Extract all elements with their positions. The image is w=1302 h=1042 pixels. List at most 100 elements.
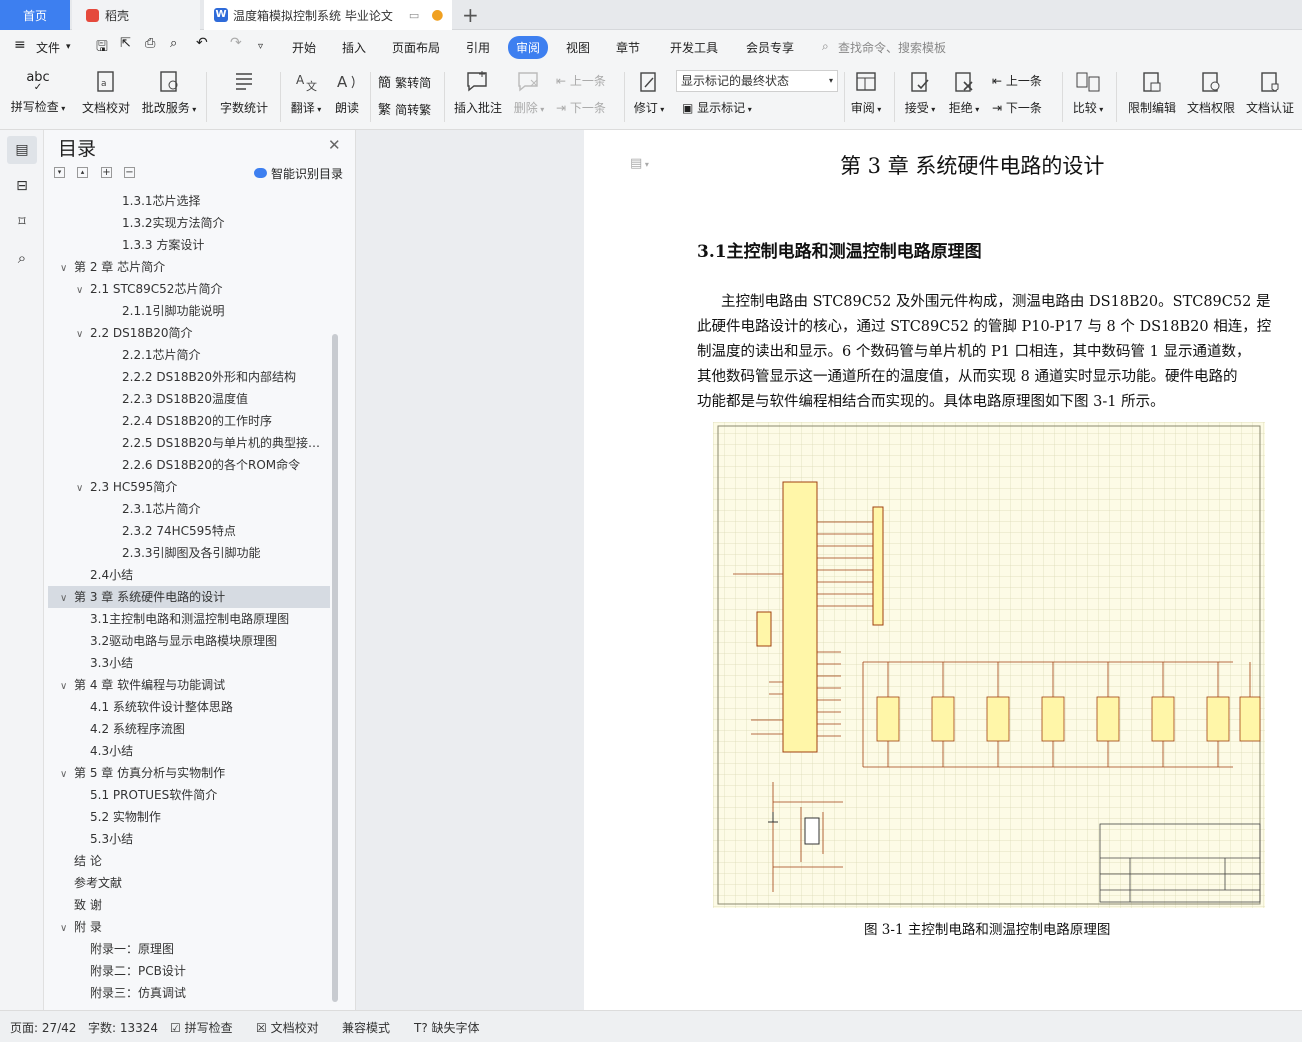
toc-item[interactable]: 1.3.1芯片选择 bbox=[48, 190, 330, 212]
accept-button[interactable]: 接受 ▾ bbox=[902, 70, 938, 116]
doc-permission-button[interactable]: 文档权限 bbox=[1184, 70, 1238, 116]
toc-item[interactable]: ∨2.3 HC595简介 bbox=[48, 476, 330, 498]
toc-item[interactable]: 3.3小结 bbox=[48, 652, 330, 674]
toc-item[interactable]: 附录二：PCB设计 bbox=[48, 960, 330, 982]
menu-reference[interactable]: 引用 bbox=[466, 39, 490, 56]
chevron-down-icon[interactable]: ∨ bbox=[60, 588, 74, 608]
compat-mode[interactable]: 兼容模式 bbox=[342, 1019, 390, 1036]
prev-change-button[interactable]: ⇤ 上一条 bbox=[992, 72, 1042, 89]
smart-toc-button[interactable]: 智能识别目录 bbox=[254, 165, 343, 182]
chevron-down-icon[interactable]: ∨ bbox=[76, 280, 90, 300]
toc-item[interactable]: ∨第 3 章 系统硬件电路的设计 bbox=[48, 586, 330, 608]
toc-item[interactable]: 1.3.2实现方法简介 bbox=[48, 212, 330, 234]
toc-item[interactable]: 2.2.1芯片简介 bbox=[48, 344, 330, 366]
toc-item[interactable]: 3.1主控制电路和测温控制电路原理图 bbox=[48, 608, 330, 630]
toc-item[interactable]: 附录一：原理图 bbox=[48, 938, 330, 960]
chevron-down-icon[interactable]: ∨ bbox=[60, 918, 74, 938]
toc-item[interactable]: 1.3.3 方案设计 bbox=[48, 234, 330, 256]
chevron-down-icon[interactable]: ∨ bbox=[76, 324, 90, 344]
toc-item[interactable]: 4.1 系统软件设计整体思路 bbox=[48, 696, 330, 718]
save-icon[interactable]: 🖫 bbox=[96, 36, 108, 60]
insert-comment-button[interactable]: 插入批注 bbox=[452, 70, 504, 116]
toc-item[interactable]: 2.3.2 74HC595特点 bbox=[48, 520, 330, 542]
chevron-down-icon[interactable]: ∨ bbox=[76, 478, 90, 498]
menu-member[interactable]: 会员专享 bbox=[746, 39, 794, 56]
track-changes-button[interactable]: 修订 ▾ bbox=[630, 70, 668, 116]
print-icon[interactable]: ⎙ bbox=[145, 36, 155, 51]
status-proofread[interactable]: ☒ 文档校对 bbox=[256, 1019, 319, 1036]
toc-item[interactable]: 致 谢 bbox=[48, 894, 330, 916]
toc-item[interactable]: 参考文献 bbox=[48, 872, 330, 894]
word-count-indicator[interactable]: 字数: 13324 bbox=[88, 1019, 158, 1036]
toc-item[interactable]: 附录三：仿真调试 bbox=[48, 982, 330, 1004]
menu-view[interactable]: 视图 bbox=[566, 39, 590, 56]
toc-item[interactable]: ∨第 5 章 仿真分析与实物制作 bbox=[48, 762, 330, 784]
undo-icon[interactable]: ↶ bbox=[196, 35, 208, 51]
show-markup-button[interactable]: ▣ 显示标记 ▾ bbox=[682, 99, 752, 116]
chapter-nav-icon[interactable]: ⊟ bbox=[7, 172, 37, 200]
expand-all-icon[interactable]: ▴ bbox=[77, 167, 88, 178]
toc-item[interactable]: ∨2.1 STC89C52芯片简介 bbox=[48, 278, 330, 300]
close-icon[interactable]: ✕ bbox=[328, 136, 341, 154]
toc-item[interactable]: 结 论 bbox=[48, 850, 330, 872]
monitor-icon[interactable]: ▭ bbox=[409, 9, 419, 22]
menu-layout[interactable]: 页面布局 bbox=[392, 39, 440, 56]
toc-item[interactable]: 4.2 系统程序流图 bbox=[48, 718, 330, 740]
paragraph-options-icon[interactable]: ▤ ▾ bbox=[630, 156, 649, 171]
next-change-button[interactable]: ⇥ 下一条 bbox=[992, 99, 1042, 116]
menu-insert[interactable]: 插入 bbox=[342, 39, 366, 56]
compare-button[interactable]: 比较 ▾ bbox=[1068, 70, 1108, 116]
read-aloud-button[interactable]: A 朗读 bbox=[330, 70, 364, 116]
spell-check-button[interactable]: abc✓ 拼写检查 ▾ bbox=[10, 70, 66, 115]
toc-item[interactable]: 2.2.6 DS18B20的各个ROM命令 bbox=[48, 454, 330, 476]
tab-document[interactable]: W 温度箱模拟控制系统 毕业论文 ▭ ● bbox=[204, 0, 452, 30]
toc-item[interactable]: 4.3小结 bbox=[48, 740, 330, 762]
search-icon[interactable]: ⌕ bbox=[822, 39, 829, 54]
review-pane-button[interactable]: 审阅 ▾ bbox=[848, 70, 884, 116]
redo-icon[interactable]: ↷ bbox=[230, 35, 242, 51]
restrict-edit-button[interactable]: 限制编辑 bbox=[1124, 70, 1180, 116]
menu-start[interactable]: 开始 bbox=[292, 39, 316, 56]
chevron-down-icon[interactable]: ∨ bbox=[60, 676, 74, 696]
word-count-button[interactable]: 字数统计 bbox=[216, 70, 272, 116]
toc-item[interactable]: 2.2.4 DS18B20的工作时序 bbox=[48, 410, 330, 432]
remove-level-icon[interactable]: − bbox=[124, 167, 135, 178]
add-level-icon[interactable]: + bbox=[101, 167, 112, 178]
hamburger-icon[interactable]: ≡ bbox=[14, 37, 26, 53]
toc-item[interactable]: 2.2.2 DS18B20外形和内部结构 bbox=[48, 366, 330, 388]
chevron-down-icon[interactable]: ∨ bbox=[60, 258, 74, 278]
collapse-all-icon[interactable]: ▾ bbox=[54, 167, 65, 178]
prev-comment-button[interactable]: ⇤ 上一条 bbox=[556, 72, 606, 89]
menu-file[interactable]: 文件 bbox=[36, 39, 60, 56]
tab-daoke[interactable]: 稻壳 bbox=[72, 0, 200, 30]
toc-item[interactable]: ∨附 录 bbox=[48, 916, 330, 938]
toc-item[interactable]: 3.2驱动电路与显示电路模块原理图 bbox=[48, 630, 330, 652]
toc-item[interactable]: 2.3.1芯片简介 bbox=[48, 498, 330, 520]
annotation-service-button[interactable]: 批改服务 ▾ bbox=[140, 70, 198, 116]
command-search[interactable]: 查找命令、搜索模板 bbox=[838, 39, 946, 56]
chevron-down-icon[interactable]: ∨ bbox=[60, 764, 74, 784]
toc-scrollbar-thumb[interactable] bbox=[332, 334, 338, 1002]
toc-item[interactable]: 2.3.3引脚图及各引脚功能 bbox=[48, 542, 330, 564]
page-indicator[interactable]: 页面: 27/42 bbox=[10, 1019, 76, 1036]
toc-item[interactable]: ∨第 2 章 芯片简介 bbox=[48, 256, 330, 278]
chevron-down-icon[interactable]: ▾ bbox=[66, 42, 71, 52]
toc-item[interactable]: 2.2.3 DS18B20温度值 bbox=[48, 388, 330, 410]
reject-button[interactable]: 拒绝 ▾ bbox=[946, 70, 982, 116]
toc-item[interactable]: 5.3小结 bbox=[48, 828, 330, 850]
toc-item[interactable]: ∨第 4 章 软件编程与功能调试 bbox=[48, 674, 330, 696]
toc-item[interactable]: 2.1.1引脚功能说明 bbox=[48, 300, 330, 322]
toc-item[interactable]: 5.1 PROTUES软件简介 bbox=[48, 784, 330, 806]
simp-to-trad-button[interactable]: 繁 简转繁 bbox=[378, 99, 431, 118]
menu-chapter[interactable]: 章节 bbox=[616, 39, 640, 56]
toc-item[interactable]: ∨2.2 DS18B20简介 bbox=[48, 322, 330, 344]
toc-item[interactable]: 2.4小结 bbox=[48, 564, 330, 586]
find-icon[interactable]: ⌕ bbox=[7, 244, 37, 272]
menu-developer[interactable]: 开发工具 bbox=[670, 39, 718, 56]
export-icon[interactable]: ⇱ bbox=[120, 36, 131, 51]
tab-home[interactable]: 首页 bbox=[0, 0, 70, 30]
new-tab-button[interactable]: + bbox=[462, 0, 482, 30]
menu-review[interactable]: 审阅 bbox=[508, 36, 548, 59]
delete-comment-button[interactable]: 删除 ▾ bbox=[510, 70, 548, 116]
toc-panel-icon[interactable]: ▤ bbox=[7, 136, 37, 164]
